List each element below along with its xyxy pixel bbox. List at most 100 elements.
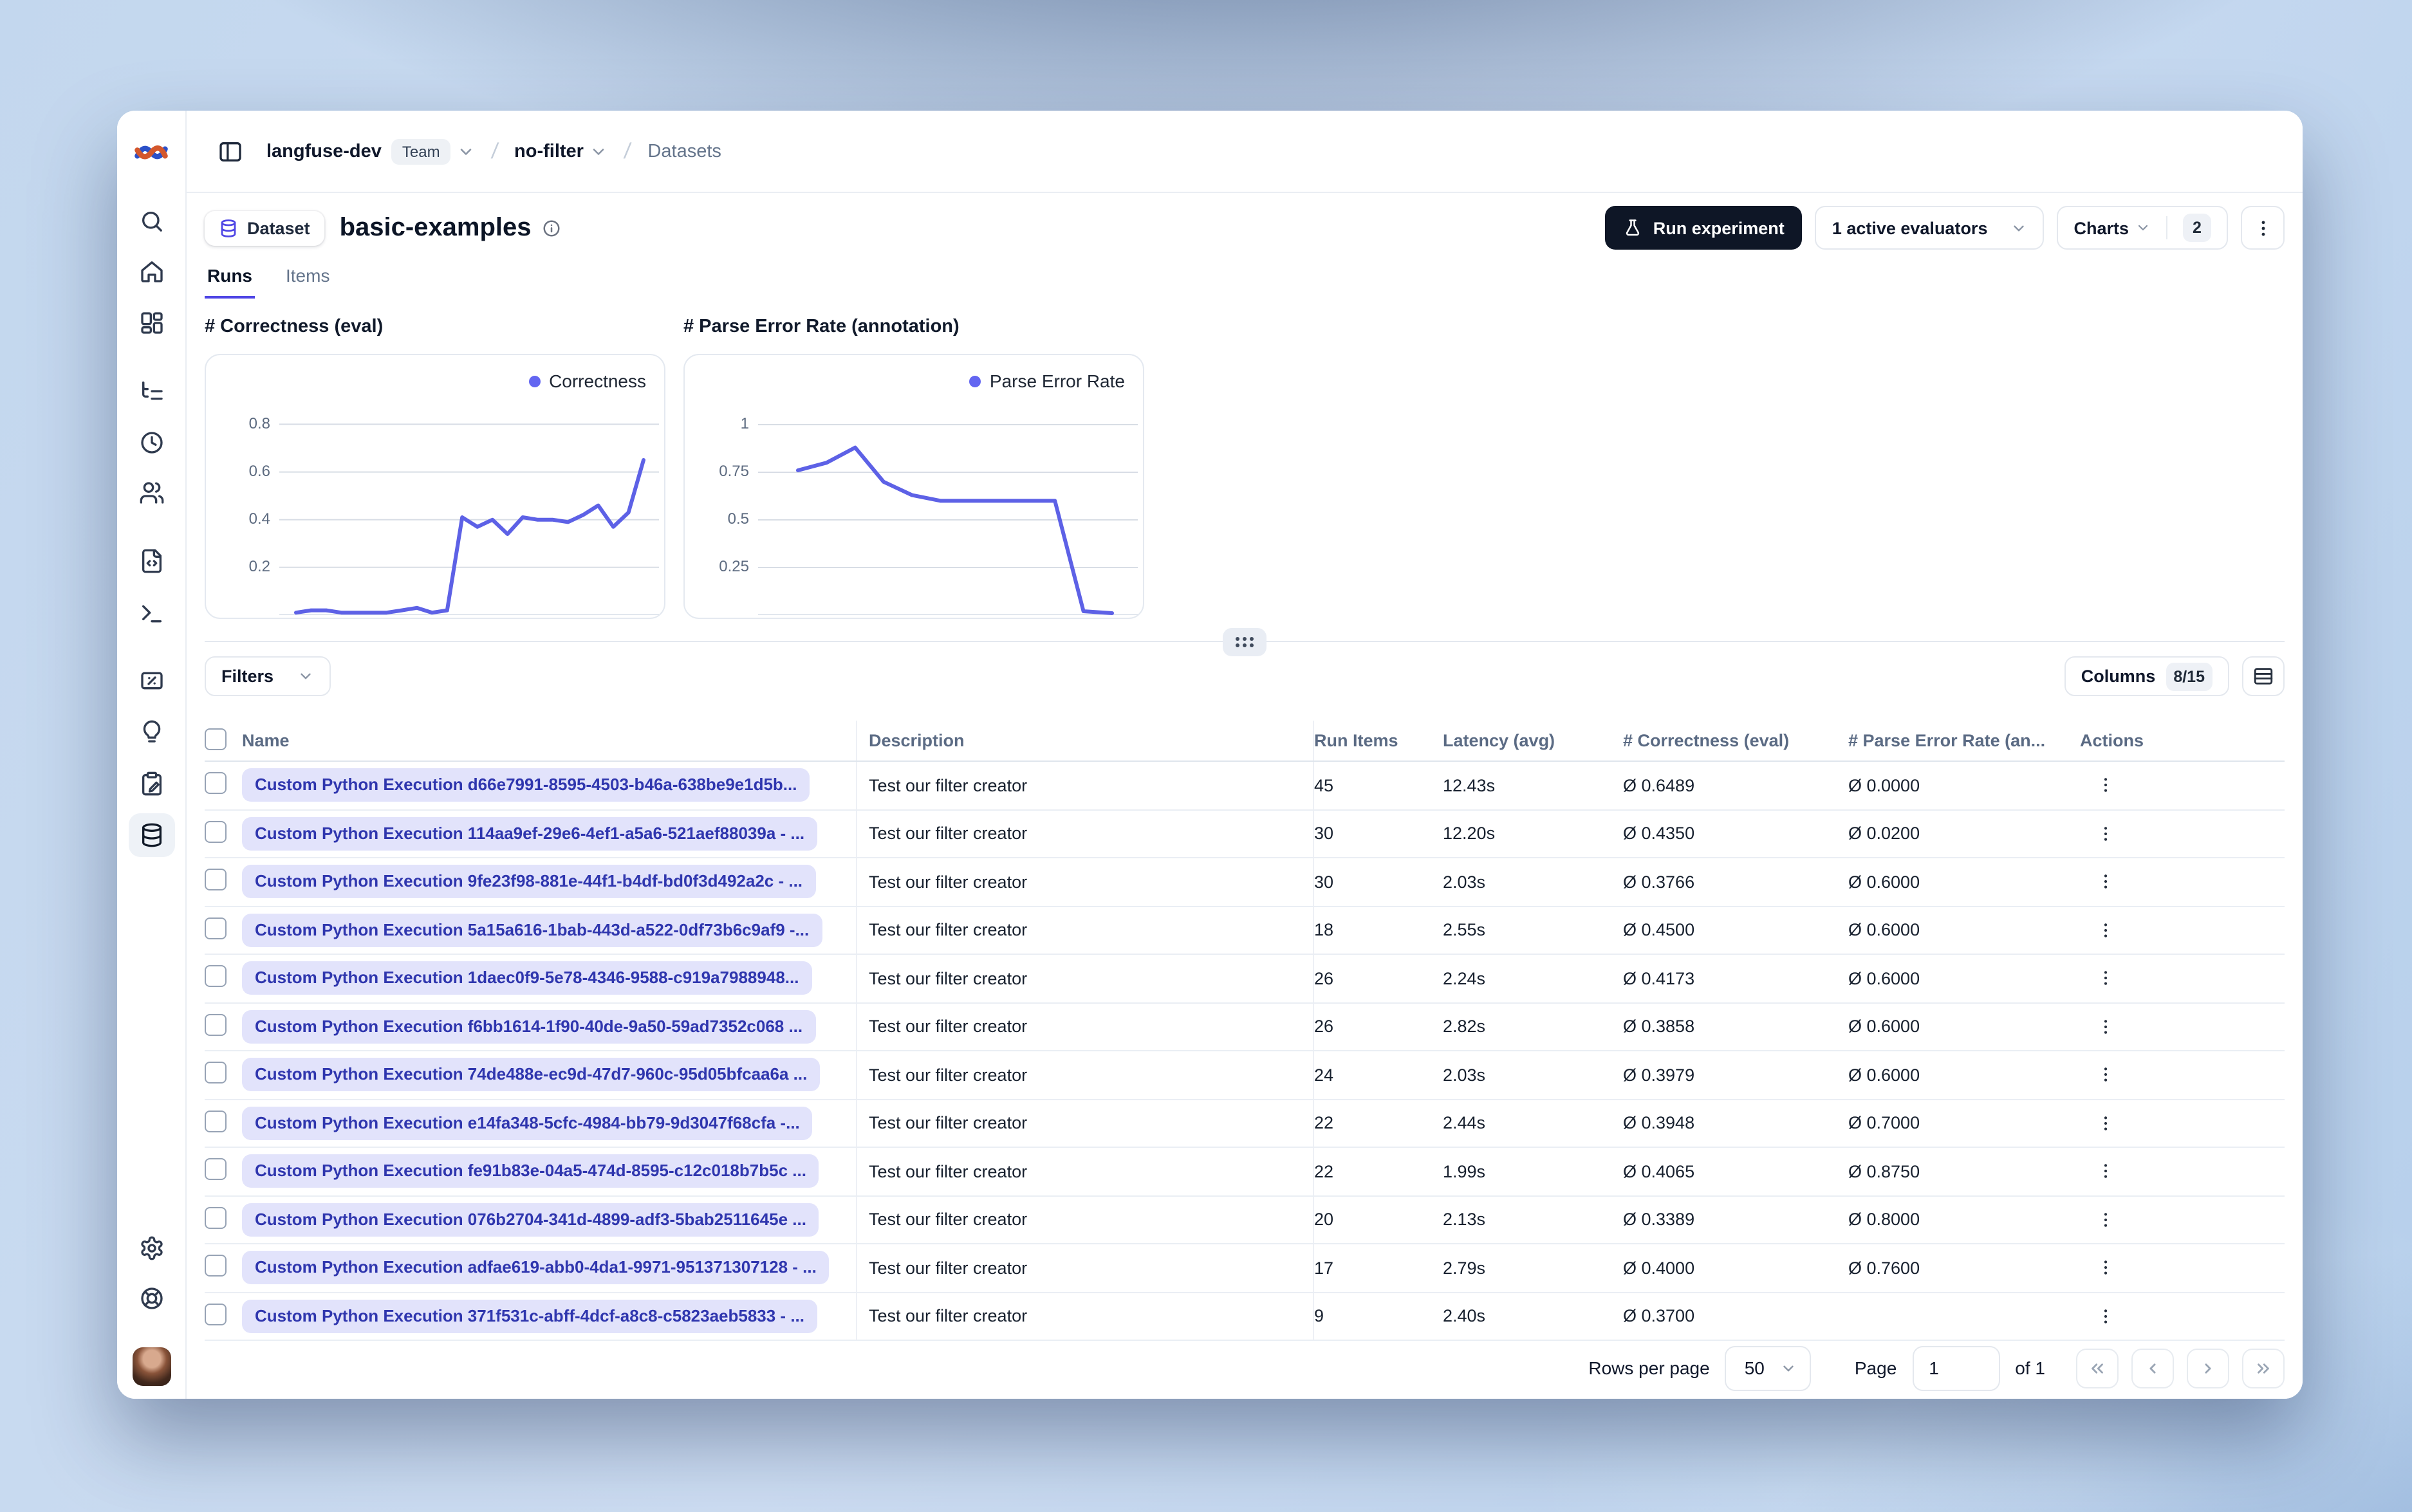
columns-button[interactable]: Columns 8/15 (2064, 656, 2229, 696)
tab-runs[interactable]: Runs (205, 263, 255, 299)
row-checkbox[interactable] (205, 1062, 227, 1084)
users-icon[interactable] (128, 471, 174, 515)
row-actions-menu[interactable] (2090, 1011, 2121, 1042)
evals-lightbulb-icon[interactable] (128, 710, 174, 754)
row-actions-menu[interactable] (2090, 915, 2121, 946)
chevron-down-icon[interactable] (457, 142, 475, 160)
table-row[interactable]: Custom Python Execution 076b2704-341d-48… (205, 1196, 2285, 1244)
run-name-link[interactable]: Custom Python Execution f6bb1614-1f90-40… (242, 1010, 816, 1044)
table-row[interactable]: Custom Python Execution 1daec0f9-5e78-43… (205, 955, 2285, 1003)
run-name-link[interactable]: Custom Python Execution 114aa9ef-29e6-4e… (242, 816, 818, 851)
row-checkbox[interactable] (205, 1255, 227, 1277)
table-row[interactable]: Custom Python Execution d66e7991-8595-45… (205, 762, 2285, 810)
sessions-clock-icon[interactable] (128, 421, 174, 465)
table-row[interactable]: Custom Python Execution 114aa9ef-29e6-4e… (205, 810, 2285, 858)
row-actions-menu[interactable] (2090, 963, 2121, 994)
row-checkbox[interactable] (205, 1303, 227, 1325)
row-checkbox[interactable] (205, 917, 227, 939)
datasets-icon[interactable] (128, 813, 174, 857)
row-checkbox[interactable] (205, 1013, 227, 1036)
info-icon[interactable] (542, 218, 561, 237)
page-number-input[interactable] (1912, 1345, 2000, 1390)
rows-per-page-select[interactable]: 50 (1725, 1345, 1811, 1390)
run-experiment-button[interactable]: Run experiment (1605, 206, 1803, 250)
latency-value: 2.40s (1443, 1306, 1486, 1326)
col-header-latency[interactable]: Latency (avg) (1443, 731, 1623, 750)
tab-items[interactable]: Items (283, 263, 332, 299)
row-actions-menu[interactable] (2090, 1253, 2121, 1284)
row-actions-menu[interactable] (2090, 1156, 2121, 1187)
run-name-link[interactable]: Custom Python Execution adfae619-abb0-4d… (242, 1251, 830, 1285)
run-name-link[interactable]: Custom Python Execution 076b2704-341d-48… (242, 1203, 819, 1237)
run-name-link[interactable]: Custom Python Execution 9fe23f98-881e-44… (242, 865, 816, 899)
last-page-button[interactable] (2242, 1348, 2285, 1388)
run-name-link[interactable]: Custom Python Execution d66e7991-8595-45… (242, 768, 810, 802)
chevron-down-icon[interactable] (590, 142, 608, 160)
search-icon[interactable] (128, 199, 174, 243)
support-lifebuoy-icon[interactable] (128, 1277, 174, 1320)
filters-button[interactable]: Filters (205, 656, 331, 696)
row-actions-menu[interactable] (2090, 1060, 2121, 1091)
run-name-link[interactable]: Custom Python Execution fe91b83e-04a5-47… (242, 1154, 819, 1188)
dataset-badge: Dataset (205, 210, 324, 245)
correctness-value: Ø 0.4000 (1623, 1258, 1695, 1278)
table-row[interactable]: Custom Python Execution 5a15a616-1bab-44… (205, 907, 2285, 955)
breadcrumb-section[interactable]: Datasets (647, 141, 721, 161)
row-checkbox[interactable] (205, 1110, 227, 1132)
scores-percent-icon[interactable] (128, 659, 174, 703)
run-name-link[interactable]: Custom Python Execution 5a15a616-1bab-44… (242, 913, 822, 947)
row-actions-menu[interactable] (2090, 770, 2121, 801)
resize-grip-handle[interactable] (1223, 628, 1266, 656)
active-evaluators-button[interactable]: 1 active evaluators (1815, 206, 2045, 250)
col-header-parse-error[interactable]: # Parse Error Rate (an... (1848, 731, 2080, 750)
run-name-link[interactable]: Custom Python Execution 74de488e-ec9d-47… (242, 1058, 821, 1092)
run-name-link[interactable]: Custom Python Execution 1daec0f9-5e78-43… (242, 961, 812, 995)
prompts-file-code-icon[interactable] (128, 539, 174, 583)
run-name-link[interactable]: Custom Python Execution e14fa348-5cfc-49… (242, 1106, 813, 1140)
breadcrumb-org[interactable]: langfuse-dev (266, 141, 382, 161)
col-header-run-items[interactable]: Run Items (1314, 731, 1443, 750)
col-header-name[interactable]: Name (242, 721, 857, 761)
first-page-button[interactable] (2076, 1348, 2119, 1388)
charts-toggle-button[interactable]: Charts 2 (2057, 206, 2228, 250)
row-checkbox[interactable] (205, 1206, 227, 1229)
playground-terminal-icon[interactable] (128, 592, 174, 636)
dashboards-icon[interactable] (128, 301, 174, 345)
tracing-tree-icon[interactable] (128, 369, 174, 413)
table-row[interactable]: Custom Python Execution f6bb1614-1f90-40… (205, 1003, 2285, 1051)
row-actions-menu[interactable] (2090, 1204, 2121, 1235)
table-row[interactable]: Custom Python Execution 74de488e-ec9d-47… (205, 1051, 2285, 1100)
row-checkbox[interactable] (205, 772, 227, 795)
previous-page-button[interactable] (2131, 1348, 2174, 1388)
breadcrumb-project[interactable]: no-filter (514, 141, 584, 161)
row-height-button[interactable] (2242, 656, 2285, 696)
home-icon[interactable] (128, 250, 174, 293)
table-row[interactable]: Custom Python Execution adfae619-abb0-4d… (205, 1244, 2285, 1293)
annotation-clipboard-icon[interactable] (128, 762, 174, 806)
user-avatar[interactable] (132, 1347, 171, 1386)
row-checkbox[interactable] (205, 820, 227, 843)
settings-gear-icon[interactable] (128, 1226, 174, 1270)
row-checkbox[interactable] (205, 1158, 227, 1181)
more-actions-button[interactable] (2241, 206, 2285, 250)
table-row[interactable]: Custom Python Execution 371f531c-abff-4d… (205, 1293, 2285, 1341)
sidebar-toggle-icon[interactable] (218, 138, 243, 164)
langfuse-logo[interactable] (128, 130, 174, 174)
next-page-button[interactable] (2187, 1348, 2229, 1388)
columns-count-badge: 8/15 (2166, 662, 2213, 690)
run-name-link[interactable]: Custom Python Execution 371f531c-abff-4d… (242, 1299, 817, 1333)
table-row[interactable]: Custom Python Execution e14fa348-5cfc-49… (205, 1100, 2285, 1148)
row-actions-menu[interactable] (2090, 818, 2121, 849)
chart-legend: Parse Error Rate (969, 371, 1125, 391)
table-row[interactable]: Custom Python Execution fe91b83e-04a5-47… (205, 1148, 2285, 1196)
select-all-checkbox[interactable] (205, 728, 227, 750)
row-actions-menu[interactable] (2090, 1108, 2121, 1139)
row-checkbox[interactable] (205, 965, 227, 988)
row-checkbox[interactable] (205, 869, 227, 891)
chevron-down-icon (2135, 220, 2151, 235)
row-actions-menu[interactable] (2090, 1301, 2121, 1332)
table-row[interactable]: Custom Python Execution 9fe23f98-881e-44… (205, 858, 2285, 907)
col-header-description[interactable]: Description (857, 721, 1314, 761)
row-actions-menu[interactable] (2090, 867, 2121, 898)
col-header-correctness[interactable]: # Correctness (eval) (1623, 731, 1848, 750)
